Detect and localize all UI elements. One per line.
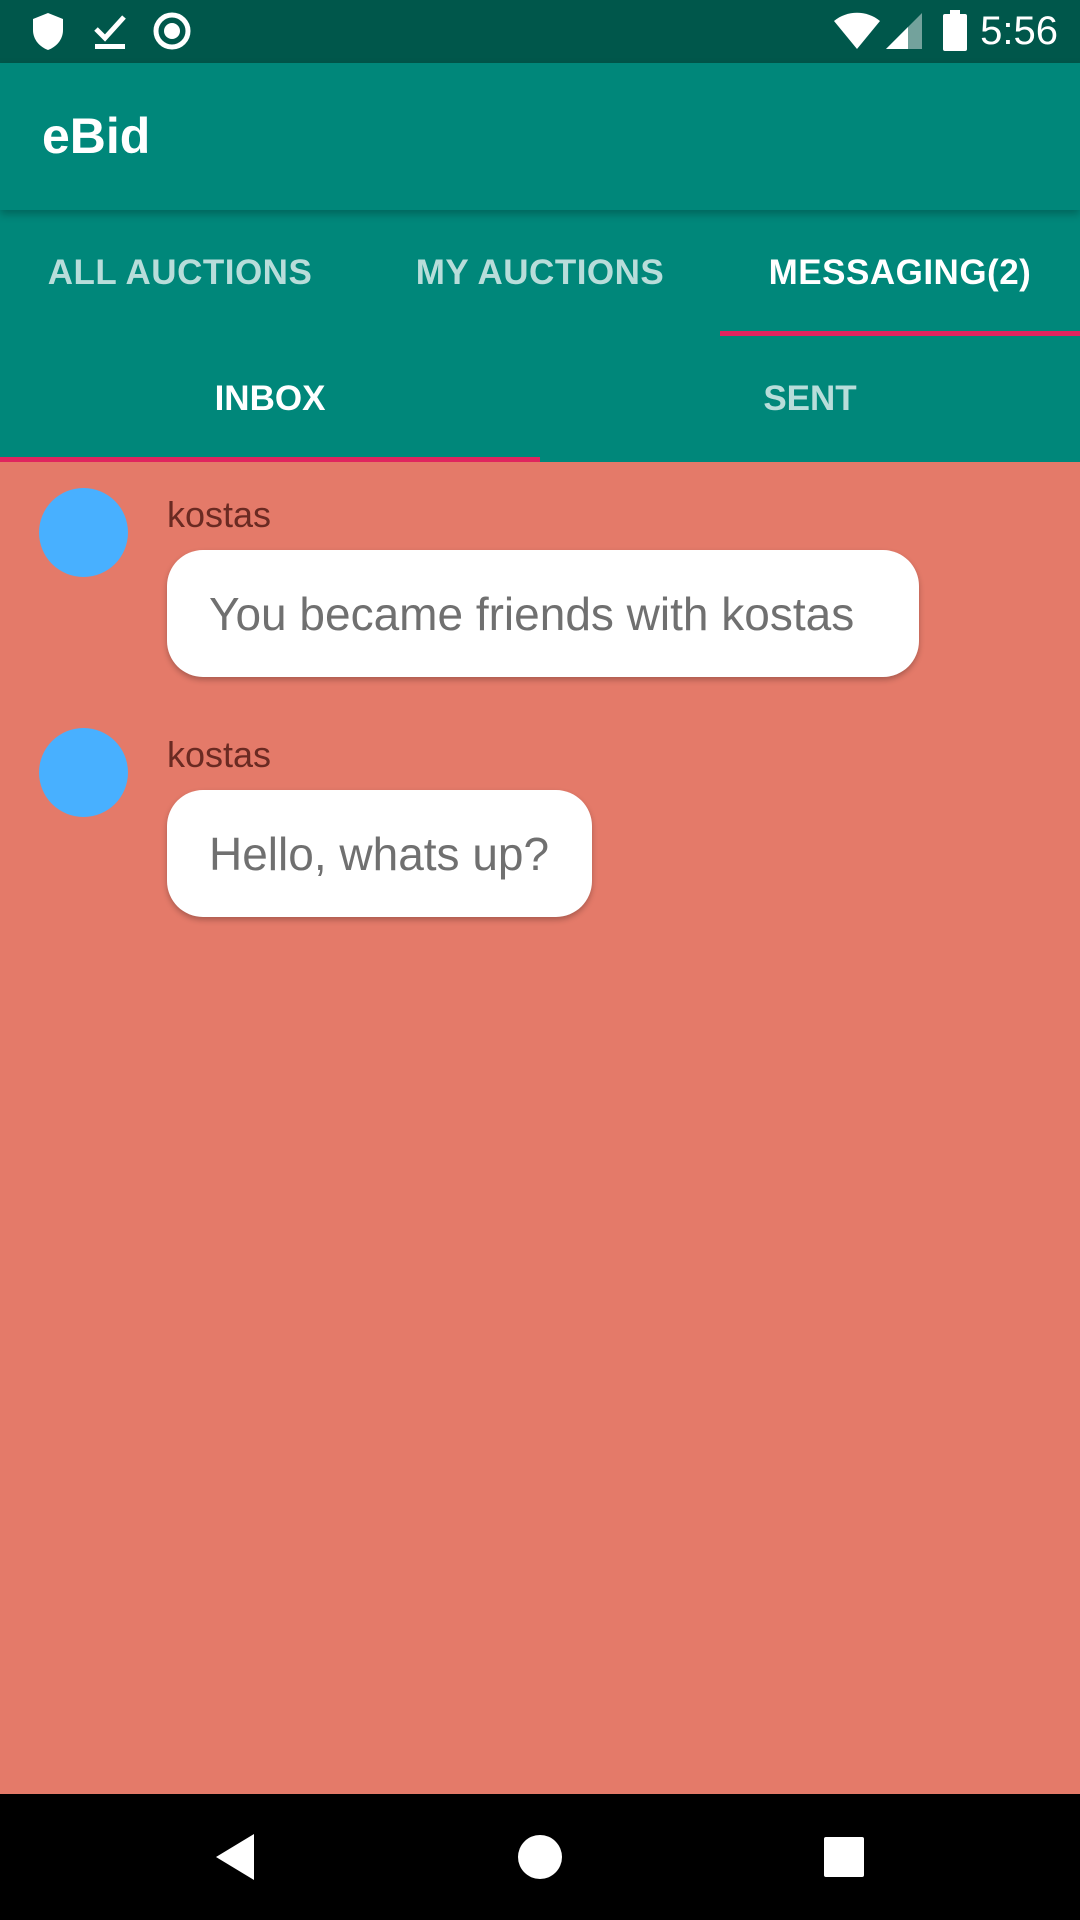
tab-my-auctions[interactable]: MY AUCTIONS [360,210,720,336]
message-sender: kostas [167,494,272,535]
tab-messaging[interactable]: MESSAGING(2) [720,210,1080,336]
main-tab-bar: ALL AUCTIONS MY AUCTIONS MESSAGING(2) [0,210,1080,336]
list-item[interactable]: kostas You became friends with kostas [0,462,1080,702]
message-bubble[interactable]: You became friends with kostas [167,550,919,677]
record-icon [152,8,192,54]
home-icon[interactable] [510,1827,570,1887]
tab-sent[interactable]: SENT [540,336,1080,462]
wifi-icon [832,8,882,54]
message-list[interactable]: kostas You became friends with kostas ko… [0,462,1080,1794]
signal-icon [884,8,924,54]
recents-icon[interactable] [814,1827,874,1887]
app-bar: eBid [0,63,1080,210]
avatar [39,488,128,577]
avatar [39,728,128,817]
shield-icon [28,8,68,54]
back-icon[interactable] [206,1827,266,1887]
tab-all-auctions[interactable]: ALL AUCTIONS [0,210,360,336]
sub-tab-bar: INBOX SENT [0,336,1080,462]
list-item[interactable]: kostas Hello, whats up? [0,702,1080,942]
status-bar: 5:56 [0,0,1080,63]
message-sender: kostas [167,734,272,775]
download-done-icon [90,8,130,54]
battery-icon [940,8,970,54]
tab-inbox[interactable]: INBOX [0,336,540,462]
app-title: eBid [42,108,151,164]
status-time: 5:56 [980,9,1058,53]
message-bubble[interactable]: Hello, whats up? [167,790,592,917]
navigation-bar [0,1794,1080,1920]
